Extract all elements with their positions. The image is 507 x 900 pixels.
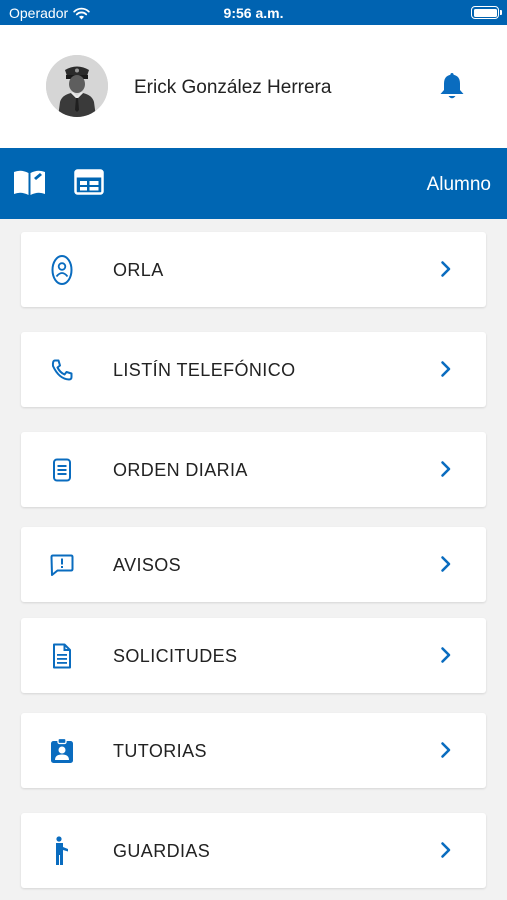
avatar[interactable] (46, 55, 108, 117)
chevron-right-icon (441, 742, 451, 758)
book-icon[interactable] (13, 168, 46, 198)
user-role: Alumno (426, 174, 491, 195)
battery-icon (471, 6, 502, 19)
menu-item-orla[interactable]: ORLA (21, 232, 486, 307)
clipboard-user-icon (47, 735, 77, 767)
calendar-icon[interactable] (74, 168, 104, 196)
menu-item-label: SOLICITUDES (113, 646, 238, 666)
chevron-right-icon (441, 461, 451, 477)
phone-icon (47, 354, 77, 386)
officer-avatar-icon (46, 55, 108, 117)
menu-item-label: LISTÍN TELEFÓNICO (113, 360, 296, 380)
menu-item-label: ORDEN DIARIA (113, 460, 248, 480)
chevron-right-icon (441, 361, 451, 377)
profile-header: Erick González Herrera (0, 25, 507, 148)
file-text-icon (47, 640, 77, 672)
document-list-icon (47, 454, 77, 486)
menu-item-listin-telefonico[interactable]: LISTÍN TELEFÓNICO (21, 332, 486, 407)
chevron-right-icon (441, 261, 451, 277)
tab-bar: Alumno (0, 148, 507, 219)
chevron-right-icon (441, 842, 451, 858)
menu-item-label: AVISOS (113, 555, 182, 575)
notification-bell-icon[interactable] (437, 70, 467, 102)
standing-person-icon (47, 835, 77, 867)
status-time: 9:56 a.m. (223, 5, 284, 21)
chevron-right-icon (441, 647, 451, 663)
user-name: Erick González Herrera (134, 77, 332, 98)
menu-item-tutorias[interactable]: TUTORIAS (21, 713, 486, 788)
alert-message-icon (47, 549, 77, 581)
menu-item-label: GUARDIAS (113, 841, 211, 861)
status-bar: Operador 9:56 a.m. (0, 0, 507, 25)
person-badge-icon (47, 254, 77, 286)
menu-item-label: TUTORIAS (113, 741, 207, 761)
menu-item-solicitudes[interactable]: SOLICITUDES (21, 618, 486, 693)
menu-item-avisos[interactable]: AVISOS (21, 527, 486, 602)
menu-item-orden-diaria[interactable]: ORDEN DIARIA (21, 432, 486, 507)
menu-item-label: ORLA (113, 260, 164, 280)
menu-item-guardias[interactable]: GUARDIAS (21, 813, 486, 888)
chevron-right-icon (441, 556, 451, 572)
